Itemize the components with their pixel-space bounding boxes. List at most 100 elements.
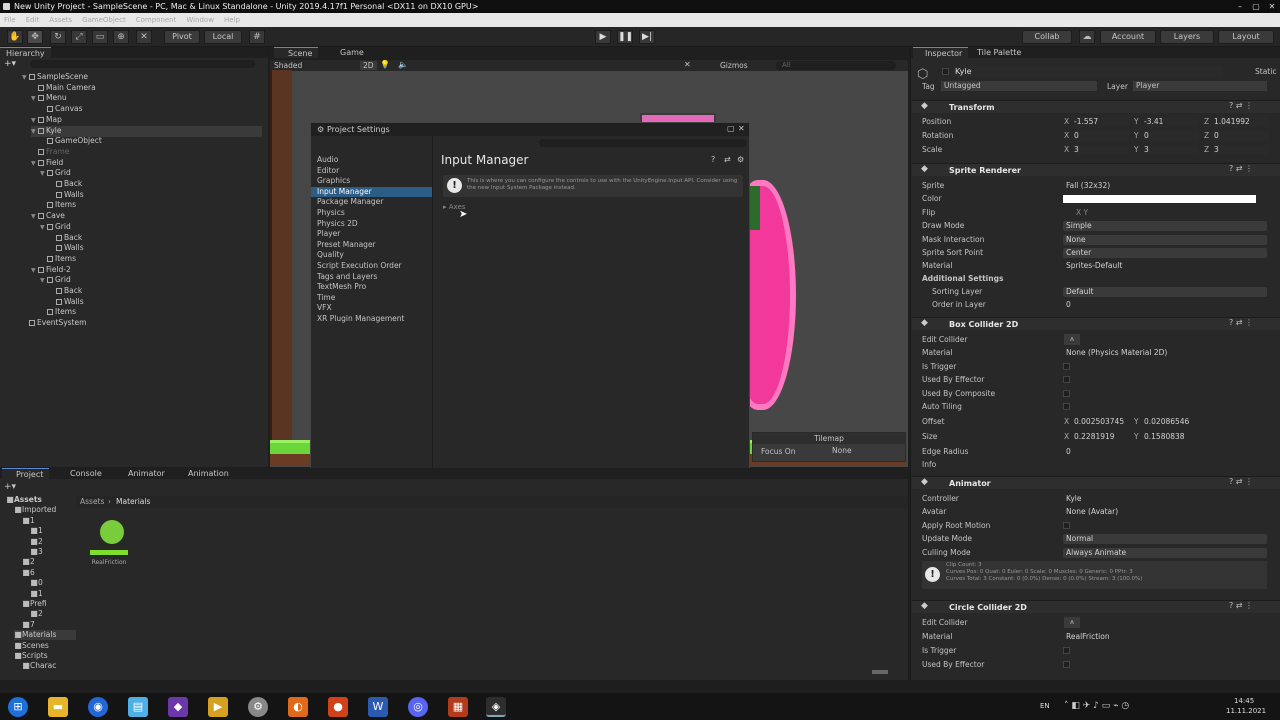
zoom-slider[interactable] — [872, 670, 888, 674]
notes-icon[interactable]: ▤ — [128, 697, 148, 717]
box-collider-material-value[interactable]: None (Physics Material 2D) — [1066, 348, 1167, 358]
hierarchy-item[interactable]: ▼ Field — [31, 158, 63, 169]
project-folder-item[interactable]: ■Assets — [6, 495, 42, 505]
hierarchy-search-input[interactable] — [30, 60, 255, 68]
hierarchy-item[interactable]: ▼ Field-2 — [31, 265, 71, 276]
settings-nav-item[interactable]: Audio — [317, 155, 338, 165]
project-folder-item[interactable]: ■2 — [30, 609, 43, 619]
sprite-renderer-dropdown[interactable]: Simple — [1063, 221, 1267, 232]
order-in-layer-value[interactable]: 0 — [1066, 300, 1071, 310]
clock-date[interactable]: 11.11.2021 — [1226, 707, 1266, 715]
hierarchy-item[interactable]: Frame — [31, 147, 69, 157]
tag-dropdown[interactable]: Untagged — [941, 81, 1097, 91]
settings-nav-item[interactable]: Package Manager — [317, 197, 383, 207]
component-help-icon[interactable]: ? ⇄ ⋮ — [1229, 601, 1253, 610]
menu-help[interactable]: Help — [224, 13, 240, 27]
settings-nav-item[interactable]: Physics — [317, 208, 345, 218]
edge-radius-value[interactable]: 0 — [1066, 447, 1071, 457]
transform-position-z-input[interactable]: 1.041992 — [1214, 117, 1269, 127]
hierarchy-item[interactable]: Items — [40, 200, 76, 210]
settings-nav-item[interactable]: Player — [317, 229, 340, 239]
sorting-layer-dropdown[interactable]: Default — [1063, 287, 1267, 297]
shading-mode-dropdown[interactable]: Shaded — [274, 61, 302, 70]
expand-arrow-icon[interactable]: ▼ — [31, 159, 38, 169]
word-icon[interactable]: W — [368, 697, 388, 717]
size-x-input[interactable]: 0.2281919 — [1074, 432, 1115, 442]
settings-menu-icon[interactable]: ⚙ — [737, 155, 744, 164]
component-help-icon[interactable]: ? ⇄ ⋮ — [1229, 101, 1253, 110]
size-y-input[interactable]: 0.1580838 — [1144, 432, 1185, 442]
settings-nav-item[interactable]: Editor — [317, 166, 339, 176]
hierarchy-item[interactable]: Items — [40, 307, 76, 317]
project-folder-item[interactable]: ■7 — [22, 620, 35, 630]
add-object-icon[interactable]: +▾ — [4, 59, 22, 69]
transform-scale-x-input[interactable]: 3 — [1074, 145, 1129, 155]
media-player-icon[interactable]: ▶ — [208, 697, 228, 717]
transform-rotation-x-input[interactable]: 0 — [1074, 131, 1129, 141]
animator-header[interactable]: Animator — [912, 476, 1280, 489]
settings-nav-item[interactable]: VFX — [317, 303, 332, 313]
hierarchy-item[interactable]: ▼ Kyle — [31, 125, 262, 137]
project-folder-item[interactable]: ■Charac — [22, 661, 56, 671]
menu-file[interactable]: File — [4, 13, 16, 27]
component-help-icon[interactable]: ? ⇄ ⋮ — [1229, 477, 1253, 486]
offset-y-input[interactable]: 0.02086546 — [1144, 417, 1189, 427]
layer-dropdown[interactable]: Player — [1133, 81, 1267, 91]
project-folder-item[interactable]: ■1 — [30, 589, 43, 599]
2d-toggle[interactable]: 2D — [360, 61, 377, 70]
preset-icon[interactable]: ⇄ — [724, 155, 731, 164]
project-folder-item[interactable]: ■Scripts — [14, 651, 47, 661]
settings-search-input[interactable] — [539, 139, 747, 147]
hierarchy-item[interactable]: ▼ Menu — [31, 93, 67, 104]
minimize-button[interactable]: – — [1232, 0, 1248, 13]
tab-console[interactable]: Console — [56, 468, 108, 479]
step-button[interactable]: ▶| — [639, 30, 655, 44]
menu-edit[interactable]: Edit — [26, 13, 40, 27]
asset-label[interactable]: RealFriction — [84, 559, 134, 566]
layout-dropdown[interactable]: Layout — [1218, 30, 1274, 44]
active-checkbox[interactable] — [942, 68, 949, 75]
additional-settings-foldout[interactable]: Additional Settings — [922, 274, 1003, 284]
animator-dropdown[interactable]: Always Animate — [1063, 547, 1267, 558]
settings-nav-item[interactable]: XR Plugin Management — [317, 314, 404, 324]
expand-arrow-icon[interactable]: ▼ — [31, 127, 38, 137]
hierarchy-item[interactable]: Walls — [49, 297, 84, 307]
settings-nav-item[interactable]: Tags and Layers — [317, 272, 377, 282]
offset-x-input[interactable]: 0.002503745 — [1074, 417, 1124, 427]
clock-time[interactable]: 14:45 — [1234, 697, 1254, 705]
project-folder-item[interactable]: ■6 — [22, 568, 35, 578]
box-collider-checkbox[interactable] — [1063, 403, 1070, 410]
language-indicator[interactable]: EN — [1040, 702, 1050, 710]
rotate-tool-icon[interactable]: ↻ — [50, 30, 66, 44]
hierarchy-item[interactable]: Main Camera — [31, 83, 96, 93]
color-swatch[interactable] — [1063, 195, 1256, 204]
expand-arrow-icon[interactable]: ▼ — [31, 94, 38, 104]
custom-tool-icon[interactable]: ✕ — [136, 30, 152, 44]
settings-app-icon[interactable]: ⚙ — [248, 697, 268, 717]
breadcrumb-assets[interactable]: Assets — [80, 497, 104, 506]
sprite-renderer-dropdown[interactable]: None — [1063, 234, 1267, 245]
focus-on-dropdown[interactable]: None — [829, 446, 899, 456]
hierarchy-item[interactable]: ▼ Map — [31, 115, 62, 126]
physics-material-icon[interactable] — [100, 520, 124, 544]
maximize-button[interactable]: ▢ — [1248, 0, 1264, 13]
hierarchy-item[interactable]: EventSystem — [22, 318, 86, 328]
hierarchy-item[interactable]: Back — [49, 233, 82, 243]
scale-tool-icon[interactable]: ⤢ — [71, 30, 87, 44]
tab-animator[interactable]: Animator — [114, 468, 171, 479]
archive-icon[interactable]: ▦ — [448, 697, 468, 717]
create-asset-icon[interactable]: +▾ — [4, 482, 16, 492]
box-collider-header[interactable]: Box Collider 2D — [912, 317, 1280, 330]
settings-nav-item[interactable]: TextMesh Pro — [317, 282, 366, 292]
flip-toggles[interactable]: X Y — [1076, 208, 1088, 218]
tab-scene[interactable]: Scene — [274, 47, 319, 58]
project-folder-item[interactable]: ■1 — [22, 516, 35, 526]
hierarchy-item[interactable]: GameObject — [40, 136, 102, 146]
project-folder-item[interactable]: ■3 — [30, 547, 43, 557]
hierarchy-item[interactable]: Canvas — [40, 104, 83, 114]
transform-rotation-y-input[interactable]: 0 — [1144, 131, 1199, 141]
transform-position-y-input[interactable]: -3.41 — [1144, 117, 1199, 127]
file-explorer-icon[interactable]: ▬ — [48, 697, 68, 717]
box-collider-checkbox[interactable] — [1063, 362, 1070, 370]
project-folder-item[interactable]: ■2 — [30, 537, 43, 547]
